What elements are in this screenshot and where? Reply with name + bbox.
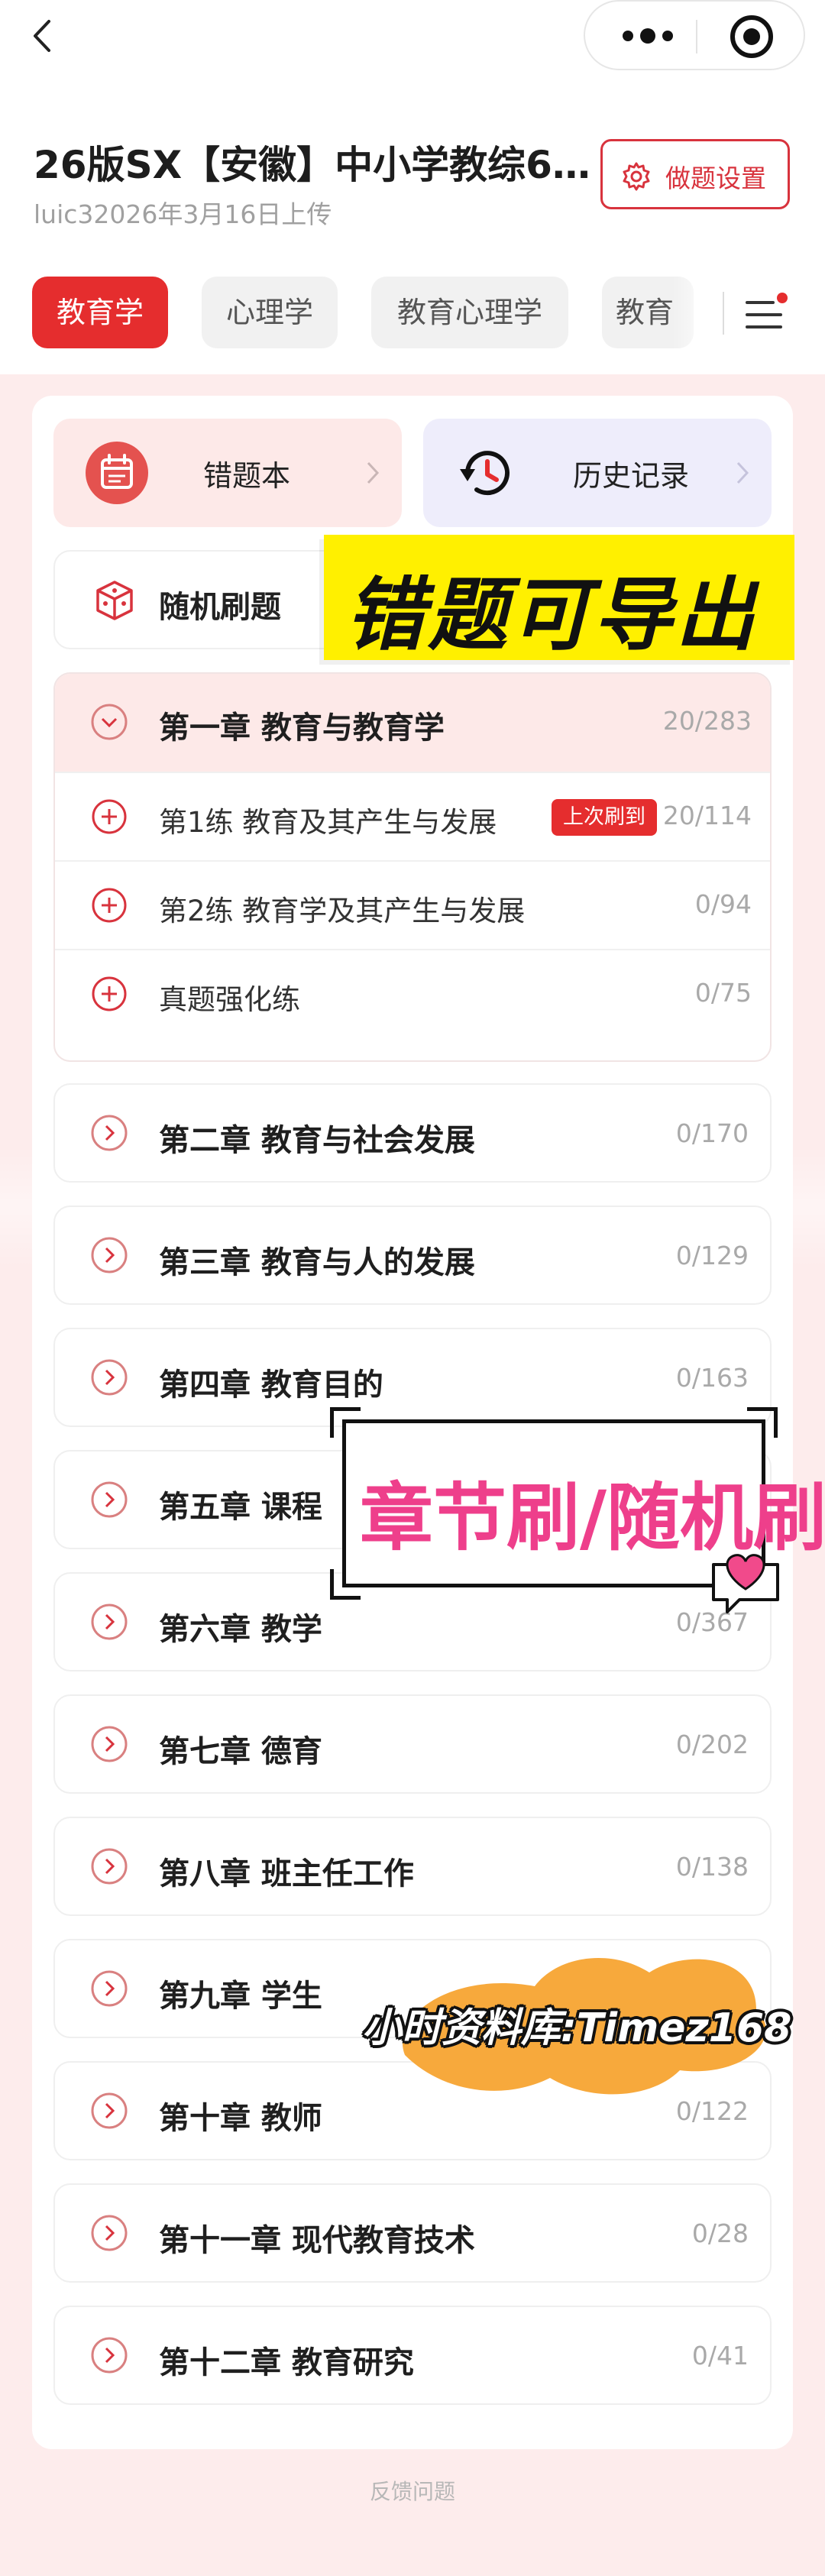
chapter-count: 0/202 (675, 1730, 749, 1759)
chevron-right-icon (736, 461, 749, 484)
plus-circle-icon (92, 799, 127, 834)
tab-separator (723, 292, 724, 335)
collapse-chevron-icon (91, 704, 128, 740)
settings-label: 做题设置 (665, 163, 766, 193)
expand-chevron-icon (91, 1359, 128, 1396)
chapter-title: 第四章 教育目的 (159, 1367, 383, 1403)
chapter-count: 0/129 (675, 1241, 749, 1270)
chevron-right-icon (367, 461, 380, 484)
chapter-count: 0/170 (675, 1118, 749, 1148)
expand-chevron-icon (91, 1970, 128, 2007)
chapter-count: 0/163 (675, 1363, 749, 1393)
chapter-title: 第九章 学生 (159, 1979, 322, 2014)
history-clock-icon (460, 451, 510, 496)
dice-icon (96, 581, 133, 620)
section-count: 0/75 (694, 978, 752, 1008)
section-count: 20/114 (662, 801, 752, 830)
tab-fade (672, 277, 718, 350)
feedback-link[interactable]: 反馈问题 (0, 2475, 825, 2506)
expand-chevron-icon (91, 1726, 128, 1762)
chapter-count: 20/283 (662, 706, 752, 736)
plus-circle-icon (92, 976, 127, 1011)
capsule-divider (696, 20, 697, 53)
last-practiced-badge: 上次刷到 (552, 799, 657, 836)
chapter-title: 第八章 班主任工作 (159, 1856, 414, 1892)
chapter-count: 0/138 (675, 1852, 749, 1882)
section-row[interactable]: 第2练 教育学及其产生与发展 0/94 (55, 860, 770, 949)
export-promo-banner: 错题可导出 (324, 535, 794, 662)
history-button[interactable]: 历史记录 (423, 419, 772, 527)
chapter-row[interactable]: 第八章 班主任工作 0/138 (53, 1817, 772, 1916)
expand-chevron-icon (91, 1115, 128, 1151)
mini-program-capsule (584, 0, 805, 70)
chapter-1-expanded: 第一章 教育与教育学 20/283 第1练 教育及其产生与发展 上次刷到 20/… (53, 672, 772, 1062)
section-title: 第2练 教育学及其产生与发展 (159, 895, 526, 927)
section-title: 真题强化练 (159, 983, 300, 1016)
plus-circle-icon (92, 888, 127, 923)
expand-chevron-icon (91, 1237, 128, 1273)
watermark-text: 小时资料库:Timez168 (362, 2005, 792, 2051)
subject-tabs: 教育学 心理学 教育心理学 教育 (0, 277, 825, 350)
upload-info: luic32026年3月16日上传 (34, 199, 332, 229)
chapter-title: 第六章 教学 (159, 1612, 322, 1647)
heart-bubble-icon (712, 1554, 779, 1613)
history-label: 历史记录 (573, 459, 690, 493)
export-promo-text: 错题可导出 (345, 568, 759, 662)
top-bar (0, 0, 825, 76)
section-title: 第1练 教育及其产生与发展 (159, 806, 497, 839)
chapter-1-header[interactable]: 第一章 教育与教育学 20/283 (55, 674, 770, 772)
tab-jiaoyuxue[interactable]: 教育学 (32, 277, 168, 348)
chapter-title: 第一章 教育与教育学 (159, 710, 445, 746)
chapter-count: 0/28 (691, 2218, 749, 2248)
more-icon[interactable] (617, 24, 678, 47)
wrong-book-button[interactable]: 错题本 (53, 419, 402, 527)
watermark-overlay: 小时资料库:Timez168 (359, 1925, 791, 2108)
chapter-title: 第七章 德育 (159, 1734, 322, 1769)
chapter-row[interactable]: 第四章 教育目的 0/163 (53, 1328, 772, 1427)
tab-xinlixue[interactable]: 心理学 (202, 277, 338, 348)
back-arrow-icon[interactable] (28, 17, 58, 55)
expand-chevron-icon (91, 1604, 128, 1640)
chapter-row[interactable]: 第三章 教育与人的发展 0/129 (53, 1205, 772, 1305)
menu-icon[interactable] (744, 289, 790, 338)
chapter-title: 第三章 教育与人的发展 (159, 1245, 475, 1280)
question-settings-button[interactable]: 做题设置 (600, 139, 790, 209)
expand-chevron-icon (91, 1848, 128, 1885)
expand-chevron-icon (91, 2215, 128, 2251)
chapter-row[interactable]: 第十二章 教育研究 0/41 (53, 2306, 772, 2405)
section-row[interactable]: 第1练 教育及其产生与发展 上次刷到 20/114 (55, 772, 770, 860)
chapter-row[interactable]: 第十一章 现代教育技术 0/28 (53, 2183, 772, 2283)
chapter-row[interactable]: 第七章 德育 0/202 (53, 1694, 772, 1794)
chapter-title: 第十一章 现代教育技术 (159, 2223, 475, 2258)
wrong-book-label: 错题本 (203, 459, 291, 493)
section-row[interactable]: 真题强化练 0/75 (55, 949, 770, 1037)
section-count: 0/94 (694, 889, 752, 919)
chapter-title: 第十章 教师 (159, 2101, 322, 2136)
expand-chevron-icon (91, 1481, 128, 1518)
expand-chevron-icon (91, 2337, 128, 2374)
chapter-title: 第十二章 教育研究 (159, 2345, 414, 2380)
random-practice-label: 随机刷题 (159, 590, 281, 625)
calendar-icon (86, 442, 148, 504)
close-mini-program-icon[interactable] (727, 12, 776, 61)
page-title: 26版SX【安徽】中小学教综6… (34, 143, 590, 187)
gear-icon (623, 162, 650, 191)
expand-chevron-icon (91, 2092, 128, 2129)
chapter-promo-banner: 章节刷/随机刷 (342, 1419, 825, 1587)
chapter-count: 0/41 (691, 2341, 749, 2371)
tab-jiaoyu-xinlixue[interactable]: 教育心理学 (371, 277, 568, 348)
chapter-title: 第二章 教育与社会发展 (159, 1123, 475, 1158)
chapter-row[interactable]: 第二章 教育与社会发展 0/170 (53, 1083, 772, 1183)
chapter-title: 第五章 课程 (159, 1490, 322, 1525)
